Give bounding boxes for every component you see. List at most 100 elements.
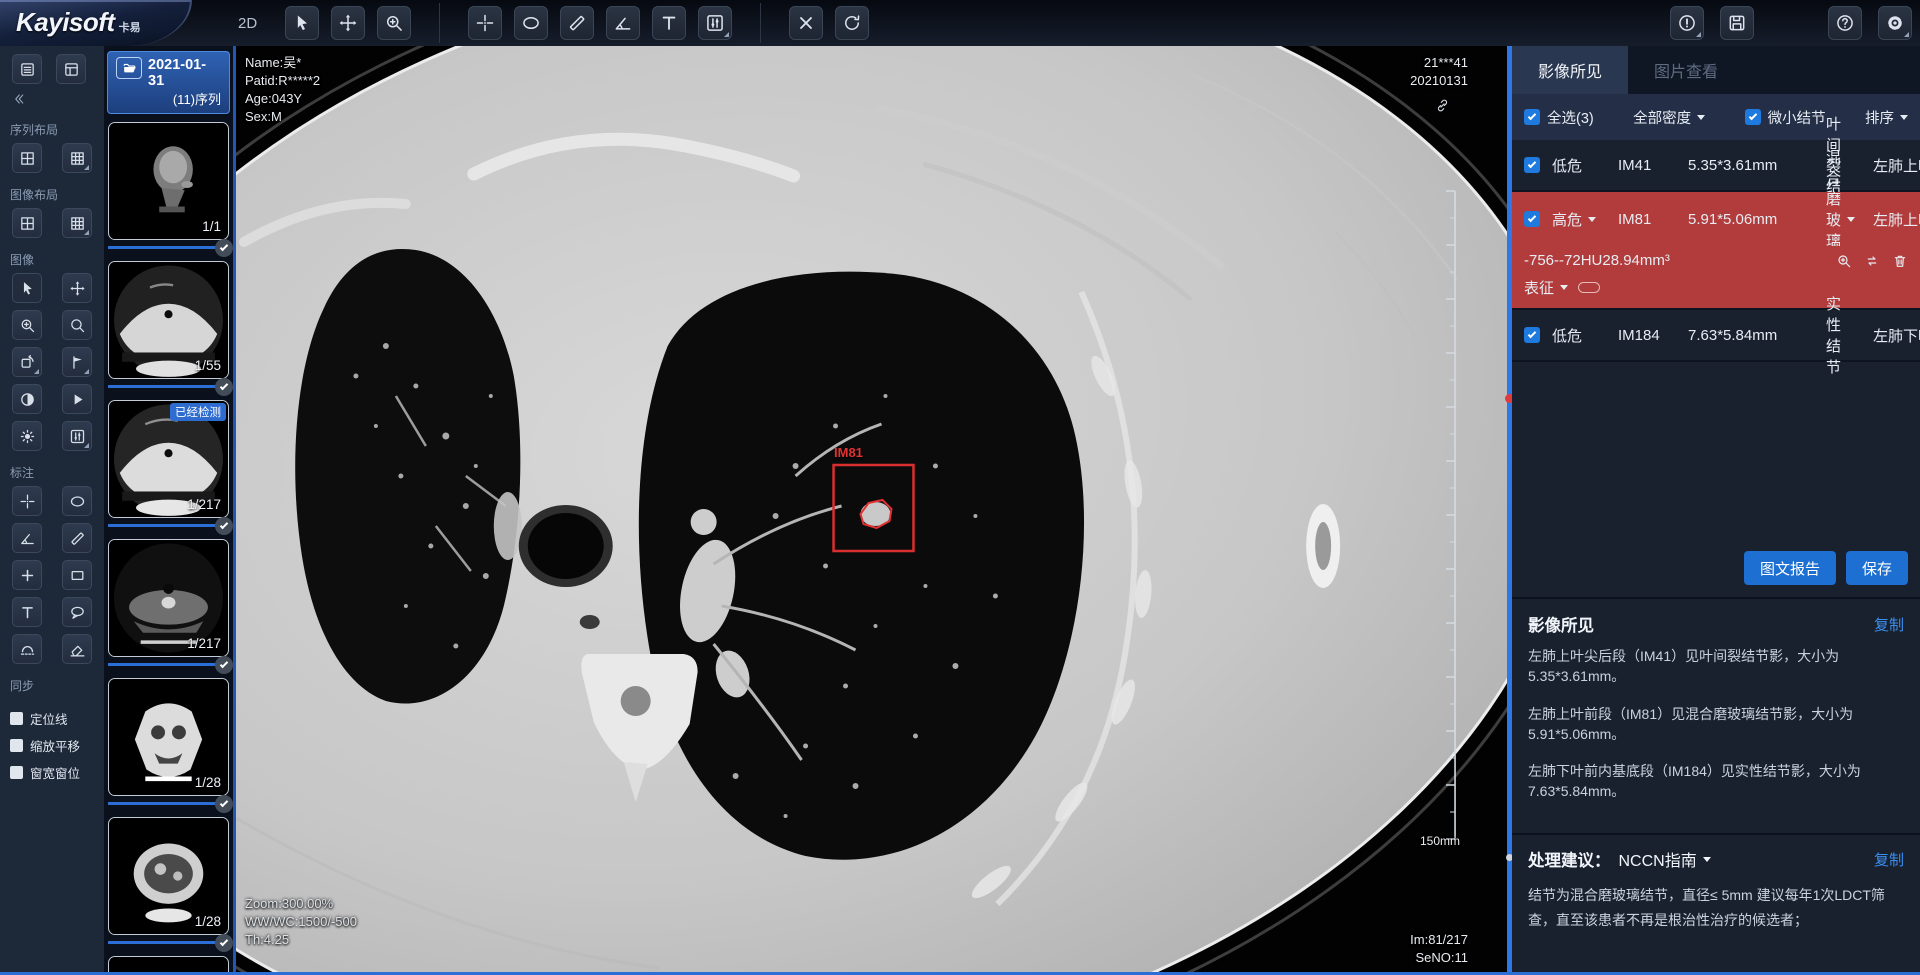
compare-icon[interactable] xyxy=(1864,253,1880,269)
settings-button[interactable] xyxy=(1878,6,1912,40)
save-image-button[interactable] xyxy=(1720,6,1754,40)
slice-thickness: Th:4.25 xyxy=(245,931,357,949)
annotate-point-button[interactable] xyxy=(12,560,42,590)
thumbnail-image[interactable]: 1/1 xyxy=(108,122,229,240)
image-grid-2x2-button[interactable] xyxy=(12,208,42,238)
select-all-checkbox[interactable]: 全选(3) xyxy=(1524,107,1594,128)
sync-item-label: 定位线 xyxy=(30,709,68,728)
ellipse-tool-button[interactable] xyxy=(514,6,548,40)
nodule-row-im184[interactable]: 低危 IM184 7.63*5.84mm 实性结节 左肺下叶 xyxy=(1512,310,1920,362)
thumbnail-image[interactable]: 1/217 xyxy=(108,539,229,657)
top-bar: Kayisoft 卡易 2D xyxy=(0,0,1920,46)
nodule-location-dropdown[interactable]: 左肺上叶 xyxy=(1855,209,1920,230)
sidebar-pan-button[interactable] xyxy=(62,273,92,303)
pan-tool-button[interactable] xyxy=(331,6,365,40)
save-button[interactable]: 保存 xyxy=(1846,551,1908,585)
tab-findings[interactable]: 影像所见 xyxy=(1512,46,1628,94)
feature-toggle[interactable] xyxy=(1578,282,1600,293)
annotate-cobb-button[interactable] xyxy=(12,634,42,664)
copy-findings-link[interactable]: 复制 xyxy=(1874,614,1904,635)
slice-position-marker[interactable] xyxy=(1505,394,1512,403)
thumbnail-image[interactable]: 1/28 xyxy=(108,678,229,796)
series-grid-2x2-button[interactable] xyxy=(12,143,42,173)
link-icon[interactable] xyxy=(1435,98,1450,118)
pointer-tool-button[interactable] xyxy=(285,6,319,40)
annotate-rectangle-button[interactable] xyxy=(62,560,92,590)
nodule-checkbox[interactable] xyxy=(1524,157,1552,173)
angle-tool-button[interactable] xyxy=(606,6,640,40)
sort-dropdown[interactable]: 排序 xyxy=(1865,107,1908,128)
series-layout-label: 序列布局 xyxy=(0,113,104,141)
micro-nodule-checkbox[interactable]: 微小结节 xyxy=(1745,107,1826,128)
annotate-row xyxy=(0,632,104,666)
nodule-row-im41[interactable]: 低危 IM41 5.35*3.61mm 叶间裂结节 左肺上叶 xyxy=(1512,140,1920,192)
series-checked-icon[interactable] xyxy=(215,934,233,952)
alert-button[interactable] xyxy=(1670,6,1704,40)
annotate-row xyxy=(0,558,104,592)
thumbnail-image[interactable]: 1/28 xyxy=(108,817,229,935)
thumbnail-image[interactable]: 1/55 xyxy=(108,261,229,379)
sidebar-invert-button[interactable] xyxy=(12,384,42,414)
annotate-ruler-button[interactable] xyxy=(62,523,92,553)
series-checked-icon[interactable] xyxy=(215,795,233,813)
help-button[interactable] xyxy=(1828,6,1862,40)
delete-annotation-button[interactable] xyxy=(789,6,823,40)
sidebar-cine-play-button[interactable] xyxy=(62,384,92,414)
nodule-checkbox[interactable] xyxy=(1524,211,1552,227)
trash-icon[interactable] xyxy=(1892,253,1908,269)
crosshair-tool-button[interactable] xyxy=(468,6,502,40)
nodule-annotation-label[interactable]: IM81 xyxy=(834,445,863,460)
measure-tool-button[interactable] xyxy=(560,6,594,40)
sync-zoom-pan-checkbox[interactable]: 缩放平移 xyxy=(10,736,104,755)
nodule-size: 5.35*3.61mm xyxy=(1688,157,1826,174)
series-checked-icon[interactable] xyxy=(215,378,233,396)
annotate-text-button[interactable] xyxy=(12,597,42,627)
zoom-tool-button[interactable] xyxy=(377,6,411,40)
image-grid-3x3-button[interactable] xyxy=(62,208,92,238)
sync-window-level-checkbox[interactable]: 窗宽窗位 xyxy=(10,763,104,782)
sidebar-window-level-button[interactable] xyxy=(62,421,92,451)
series-panel-button[interactable] xyxy=(12,54,42,84)
report-button[interactable]: 图文报告 xyxy=(1744,551,1836,585)
sync-localizer-checkbox[interactable]: 定位线 xyxy=(10,709,104,728)
annotate-angle-button[interactable] xyxy=(12,523,42,553)
annotate-crosshair-button[interactable] xyxy=(12,486,42,516)
text-tool-button[interactable] xyxy=(652,6,686,40)
main-area: 序列布局 图像布局 图像 xyxy=(0,46,1920,975)
copy-suggestion-link[interactable]: 复制 xyxy=(1874,849,1904,870)
tab-image-view[interactable]: 图片查看 xyxy=(1628,46,1744,94)
guideline-dropdown[interactable]: NCCN指南 xyxy=(1619,847,1711,871)
density-dropdown[interactable]: 全部密度 xyxy=(1633,107,1705,128)
grid-3x3-icon xyxy=(69,150,86,167)
study-header[interactable]: 2021-01-31 (11)序列 xyxy=(107,51,230,114)
study-header-text: 2021-01-31 (11)序列 xyxy=(148,57,221,108)
sidebar-flip-button[interactable] xyxy=(62,347,92,377)
annotate-callout-button[interactable] xyxy=(62,597,92,627)
series-grid-3x3-button[interactable] xyxy=(62,143,92,173)
nodule-row-im81[interactable]: 高危 IM81 5.91*5.06mm 混合磨玻璃结节 左肺上叶 xyxy=(1512,192,1920,246)
ct-axial-image[interactable] xyxy=(236,46,1512,975)
window-level-button[interactable] xyxy=(698,6,732,40)
sidebar-rotate-button[interactable] xyxy=(12,347,42,377)
annotate-eraser-button[interactable] xyxy=(62,634,92,664)
sidebar-brightness-button[interactable] xyxy=(12,421,42,451)
series-checked-icon[interactable] xyxy=(215,239,233,257)
layout-panel-button[interactable] xyxy=(56,54,86,84)
collapse-sidebar-button[interactable] xyxy=(0,90,104,113)
image-tools-row xyxy=(0,345,104,379)
nodule-checkbox[interactable] xyxy=(1524,327,1552,343)
thumbnail-index: 1/28 xyxy=(195,914,221,929)
sidebar-magnify-button[interactable] xyxy=(62,310,92,340)
checkbox-icon xyxy=(10,739,23,752)
thumbnail-image[interactable]: 已经检测 1/217 xyxy=(108,400,229,518)
series-checked-icon[interactable] xyxy=(215,656,233,674)
annotate-ellipse-button[interactable] xyxy=(62,486,92,516)
sidebar-pointer-button[interactable] xyxy=(12,273,42,303)
series-thumbnail-panel: 2021-01-31 (11)序列 1/1 1/55 xyxy=(104,46,233,975)
zoom-to-nodule-icon[interactable] xyxy=(1836,253,1852,269)
series-checked-icon[interactable] xyxy=(215,517,233,535)
sidebar-zoom-in-button[interactable] xyxy=(12,310,42,340)
feature-dropdown[interactable]: 表征 xyxy=(1524,277,1568,298)
reset-view-button[interactable] xyxy=(835,6,869,40)
nodule-risk-dropdown[interactable]: 高危 xyxy=(1552,209,1618,230)
